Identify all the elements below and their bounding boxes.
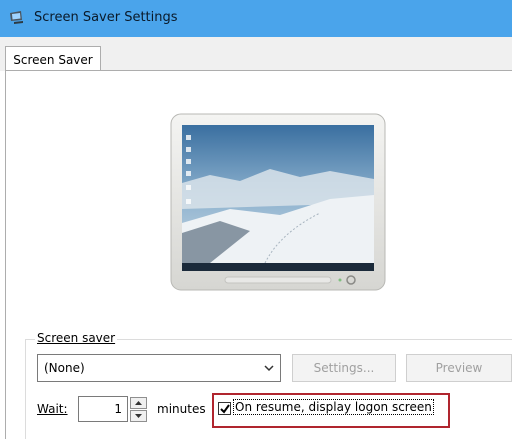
chevron-down-icon [264,365,274,372]
wait-minutes-input[interactable]: 1 [78,396,128,422]
tab-label: Screen Saver [13,52,93,67]
minutes-label: minutes [157,402,206,416]
title-bar[interactable]: Screen Saver Settings [0,0,512,37]
resume-logon-label[interactable]: On resume, display logon screen [233,399,434,415]
spin-down-icon [135,414,142,418]
check-icon [220,404,230,414]
settings-button[interactable]: Settings... [292,354,396,382]
window-title: Screen Saver Settings [34,10,178,25]
wait-label: Wait: [37,402,68,416]
settings-button-label: Settings... [313,361,375,375]
select-value: (None) [44,361,85,375]
resume-logon-checkbox[interactable] [218,402,231,415]
screen-saver-app-icon [10,11,23,24]
spin-up-icon [135,401,142,405]
tab-strip: Screen Saver [0,37,512,72]
screen-saver-select[interactable]: (None) [37,354,281,382]
group-label: Screen saver [35,331,118,345]
spin-down-button[interactable] [130,410,147,422]
monitor-preview-icon [170,113,386,291]
spin-up-button[interactable] [130,397,147,409]
tab-screen-saver[interactable]: Screen Saver [5,46,101,72]
preview-button[interactable]: Preview [406,354,512,382]
preview-button-label: Preview [435,361,483,375]
